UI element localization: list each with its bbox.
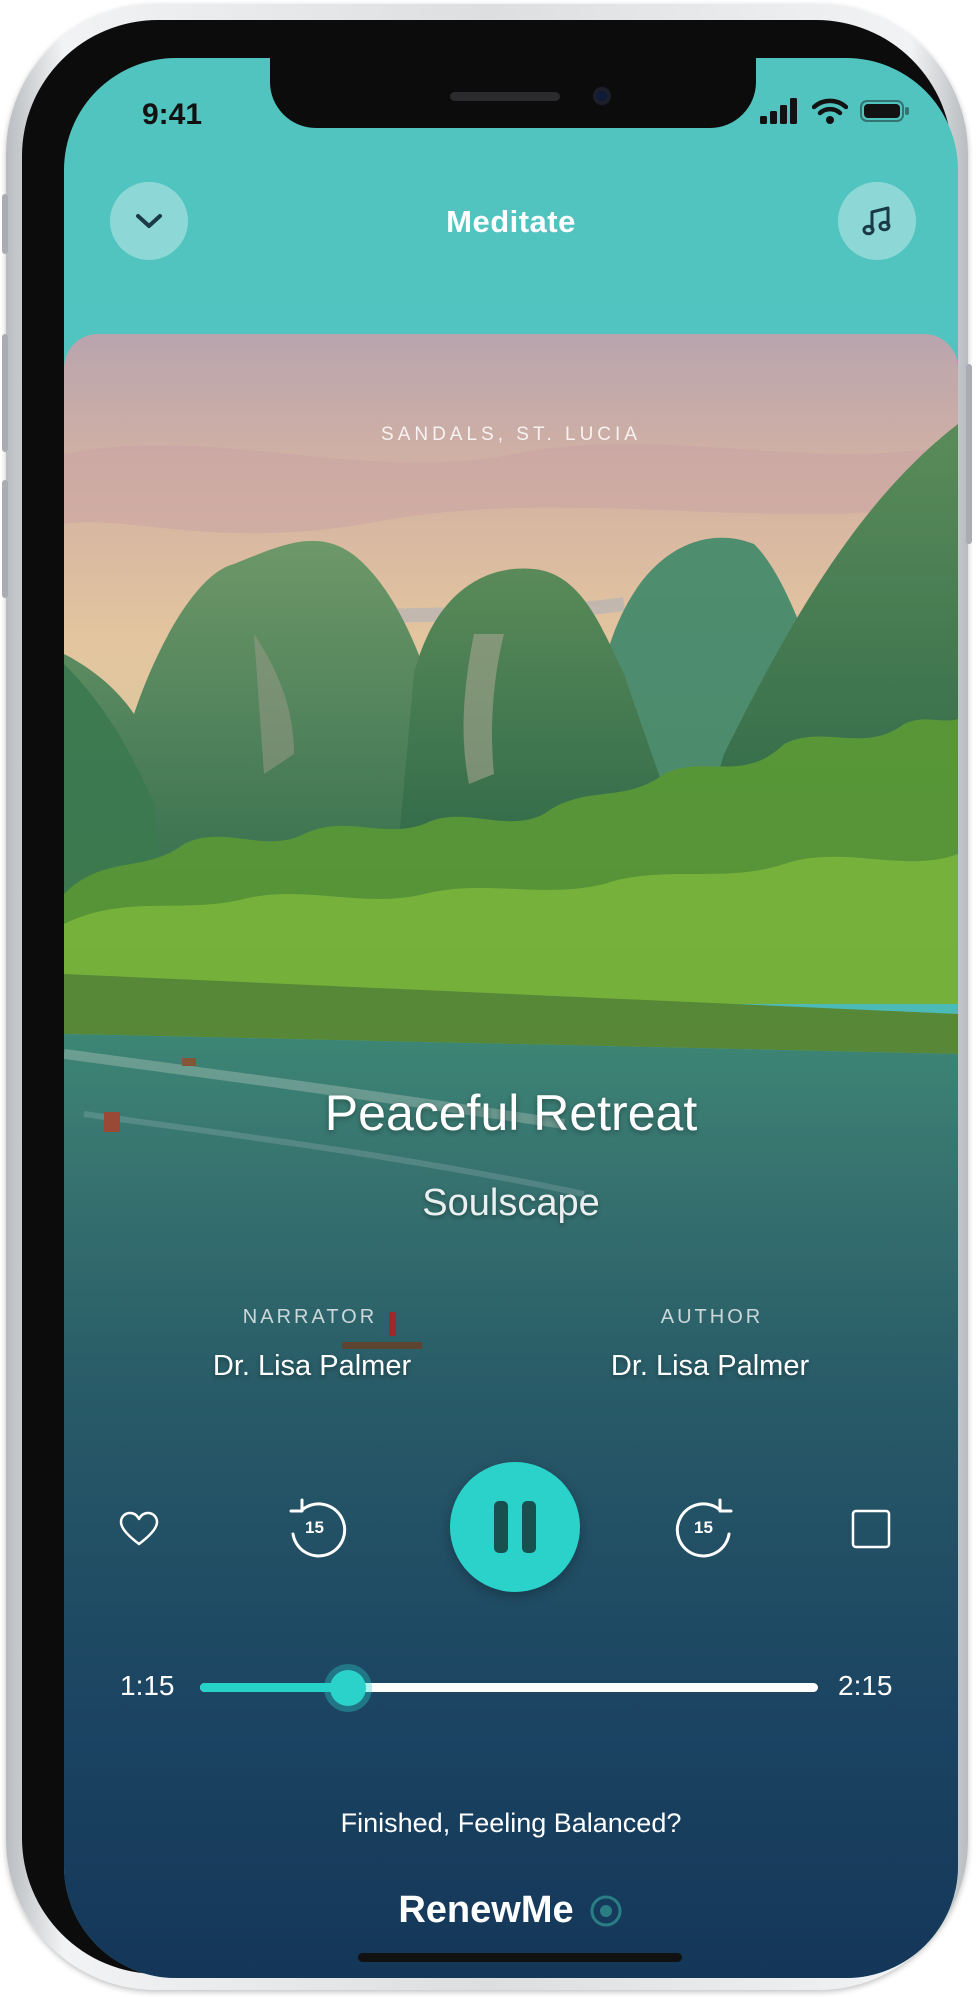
page-title: Meditate bbox=[446, 204, 576, 239]
stop-square-icon bbox=[851, 1509, 891, 1549]
skip-back-15-button[interactable]: 15 bbox=[282, 1494, 352, 1564]
volume-down-button bbox=[2, 480, 8, 598]
elapsed-time: 1:15 bbox=[120, 1670, 175, 1701]
cellular-signal-icon bbox=[760, 98, 797, 124]
wifi-icon bbox=[812, 98, 848, 124]
finished-prompt-link[interactable]: Finished, Feeling Balanced? bbox=[64, 1808, 958, 1839]
music-button[interactable] bbox=[838, 182, 916, 260]
skip-forward-15-button[interactable]: 15 bbox=[670, 1494, 740, 1564]
battery-icon bbox=[860, 100, 909, 122]
session-location: SANDALS, ST. LUCIA bbox=[381, 424, 641, 445]
status-icons bbox=[760, 96, 910, 126]
lotus-logo-icon bbox=[590, 1895, 622, 1926]
phone-bezel: 9:41 Meditate SANDALS, ST. LUCIA Peacefu… bbox=[22, 20, 958, 1978]
app-screen: 9:41 Meditate SANDALS, ST. LUCIA Peacefu… bbox=[64, 58, 958, 1978]
brand-name: RenewMe bbox=[398, 1889, 574, 1931]
music-note-icon bbox=[862, 206, 891, 236]
pause-button[interactable] bbox=[450, 1462, 580, 1592]
author-label: AUTHOR bbox=[660, 1306, 764, 1328]
heart-icon bbox=[119, 1511, 159, 1546]
earpiece-speaker bbox=[450, 92, 560, 101]
notch bbox=[270, 58, 756, 128]
total-time: 2:15 bbox=[838, 1670, 893, 1701]
background-landscape-image bbox=[64, 334, 958, 1978]
skip-forward-label: 15 bbox=[694, 1518, 713, 1537]
progress-fill bbox=[200, 1683, 349, 1692]
author-name: Dr. Lisa Palmer bbox=[610, 1350, 810, 1382]
session-subtitle: Soulscape bbox=[422, 1182, 600, 1224]
pause-icon bbox=[494, 1501, 536, 1553]
session-card: SANDALS, ST. LUCIA Peaceful Retreat Soul… bbox=[64, 334, 958, 1978]
status-time: 9:41 bbox=[142, 98, 203, 131]
stop-button[interactable] bbox=[846, 1504, 896, 1554]
favorite-button[interactable] bbox=[112, 1502, 166, 1556]
progress-track[interactable] bbox=[200, 1683, 818, 1692]
front-camera bbox=[593, 87, 611, 105]
home-indicator bbox=[358, 1953, 682, 1962]
narrator-name: Dr. Lisa Palmer bbox=[212, 1350, 412, 1382]
mute-switch bbox=[2, 194, 8, 254]
session-title: Peaceful Retreat bbox=[324, 1085, 698, 1141]
brand-logo: RenewMe bbox=[64, 1889, 958, 1932]
volume-up-button bbox=[2, 334, 8, 452]
power-button bbox=[966, 364, 972, 544]
skip-back-label: 15 bbox=[305, 1518, 324, 1537]
narrator-label: NARRATOR bbox=[242, 1306, 378, 1328]
phone-frame: 9:41 Meditate SANDALS, ST. LUCIA Peacefu… bbox=[2, 4, 972, 1990]
